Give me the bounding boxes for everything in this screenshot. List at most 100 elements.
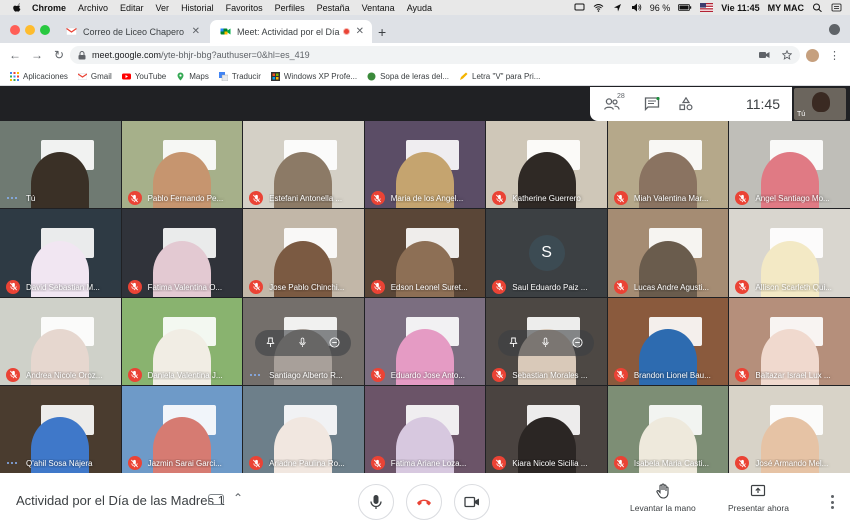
participant-tile[interactable]: Tú <box>0 121 121 209</box>
new-tab-button[interactable]: + <box>378 24 386 40</box>
participant-tile[interactable]: Angel Santiago Mo... <box>729 121 850 209</box>
menu-editar[interactable]: Editar <box>120 3 144 13</box>
tab-meet[interactable]: Meet: Actividad por el Día ✕ <box>210 20 372 43</box>
bookmark-windows-xp[interactable]: Windows XP Profe... <box>270 71 357 81</box>
participant-tile[interactable]: Maria de los Angel... <box>364 121 486 209</box>
bookmark-letra-v[interactable]: Letra "V" para Pri... <box>459 72 540 81</box>
participant-tile[interactable]: David Sebastian M... <box>0 209 121 297</box>
url-path: /yte-bhjr-bbg?authuser=0&hl=es_419 <box>161 50 310 60</box>
participants-button[interactable]: 28 <box>604 93 625 111</box>
volume-icon[interactable] <box>631 3 642 12</box>
participant-tile[interactable]: Brandon Lionel Bau... <box>607 297 729 385</box>
participant-tile[interactable]: Miah Valentina Mar... <box>607 121 729 209</box>
microphone-button[interactable] <box>358 484 394 520</box>
participant-tile[interactable]: Ariadne Paulina Ro... <box>243 385 364 473</box>
raise-hand-button[interactable]: Levantar la mano <box>630 483 696 513</box>
meet-icon <box>220 28 231 35</box>
flag-us-icon[interactable] <box>700 3 714 12</box>
search-icon[interactable] <box>812 3 823 12</box>
participant-name: Santiago Alberto R... <box>269 370 343 380</box>
participant-tile[interactable]: Lucas Andre Agusti... <box>607 209 729 297</box>
pin-icon[interactable] <box>509 337 518 348</box>
bookmark-aplicaciones[interactable]: Aplicaciones <box>10 71 68 81</box>
menu-ver[interactable]: Ver <box>156 3 170 13</box>
chevron-up-icon[interactable]: ⌃ <box>233 491 243 505</box>
participant-tile[interactable]: Estefani Antonella ... <box>243 121 364 209</box>
address-bar[interactable]: meet.google.com/yte-bhjr-bbg?authuser=0&… <box>70 46 800 64</box>
participant-tile[interactable]: S Saul Eduardo Paiz ... <box>486 209 607 297</box>
remove-participant-icon[interactable] <box>572 337 583 348</box>
participant-tile[interactable]: Daniela Valentina J... <box>121 297 243 385</box>
menu-archivo[interactable]: Archivo <box>78 3 108 13</box>
apple-icon[interactable] <box>12 2 22 13</box>
mute-participant-icon[interactable] <box>541 337 550 348</box>
menu-ventana[interactable]: Ventana <box>362 3 395 13</box>
pin-icon[interactable] <box>266 337 275 348</box>
activities-button[interactable] <box>678 96 694 111</box>
participant-tile[interactable]: Santiago Alberto R... <box>243 297 364 385</box>
participant-tile[interactable]: Baltazar Israel Lux ... <box>729 297 850 385</box>
hang-up-phone-icon <box>417 499 431 506</box>
participant-tile[interactable]: Allison Scarleth Qui... <box>729 209 850 297</box>
window-close-button[interactable] <box>10 25 20 35</box>
meeting-details-icon[interactable] <box>208 494 224 505</box>
wifi-icon[interactable] <box>593 3 604 12</box>
menu-app-chrome[interactable]: Chrome <box>32 3 66 13</box>
lock-icon[interactable] <box>78 50 86 60</box>
control-center-icon[interactable] <box>831 3 842 12</box>
bookmark-sopa-de-letras[interactable]: Sopa de leras del... <box>367 72 449 81</box>
present-now-button[interactable]: Presentar ahora <box>728 483 789 513</box>
window-zoom-button[interactable] <box>40 25 50 35</box>
menu-ayuda[interactable]: Ayuda <box>407 3 432 13</box>
window-minimize-button[interactable] <box>25 25 35 35</box>
remove-participant-icon[interactable] <box>329 337 340 348</box>
bookmark-star-icon[interactable] <box>782 50 792 60</box>
menu-perfiles[interactable]: Perfiles <box>275 3 305 13</box>
forward-arrow-icon[interactable]: → <box>30 48 44 62</box>
participant-tile[interactable]: Kiara Nicole Sicilia ... <box>486 385 607 473</box>
hang-up-button[interactable] <box>406 484 442 520</box>
participant-tile[interactable]: Andrea Nicole Oroz... <box>0 297 121 385</box>
tab-gmail[interactable]: Correo de Liceo Chapero ✕ <box>56 20 208 43</box>
self-view-preview[interactable]: Tú <box>794 88 846 120</box>
reload-icon[interactable]: ↻ <box>52 48 66 62</box>
tab-close-icon[interactable]: ✕ <box>192 26 200 37</box>
bookmark-traducir[interactable]: Traducir <box>218 71 261 81</box>
mute-participant-icon[interactable] <box>298 337 307 348</box>
participant-tile[interactable]: Edson Leonel Suret... <box>364 209 486 297</box>
participant-tile[interactable]: Q'ahil Sosa Nájera <box>0 385 121 473</box>
screen-share-status-icon[interactable] <box>574 3 585 12</box>
participant-tile[interactable]: Sebastian Morales ... <box>486 297 607 385</box>
menubar-clock[interactable]: Vie 11:45 <box>721 3 759 13</box>
menu-favoritos[interactable]: Favoritos <box>226 3 263 13</box>
camera-button[interactable] <box>454 484 490 520</box>
participant-tile[interactable]: José Armando Mel... <box>729 385 850 473</box>
chat-button[interactable] <box>644 96 660 112</box>
participant-tile[interactable]: Fatima Ariane Loza... <box>364 385 486 473</box>
bookmark-youtube[interactable]: YouTube <box>121 72 166 81</box>
battery-icon[interactable] <box>678 3 692 12</box>
tab-search-icon[interactable] <box>829 24 840 35</box>
participant-name: Estefani Antonella ... <box>269 194 343 204</box>
more-options-icon[interactable] <box>830 495 834 509</box>
menu-pestana[interactable]: Pestaña <box>317 3 350 13</box>
menu-historial[interactable]: Historial <box>181 3 214 13</box>
participant-tile[interactable]: Eduardo Jose Anto... <box>364 297 486 385</box>
participant-tile[interactable]: Jazmin Sarai Garci... <box>121 385 243 473</box>
participant-tile[interactable]: Isabela Maria Casti... <box>607 385 729 473</box>
chrome-menu-icon[interactable]: ⋮ <box>829 49 840 62</box>
bookmark-maps[interactable]: Maps <box>176 72 209 81</box>
participant-tile[interactable]: Pablo Fernando Pe... <box>121 121 243 209</box>
participant-name: Daniela Valentina J... <box>147 370 223 380</box>
profile-avatar[interactable] <box>806 48 819 62</box>
camera-in-use-icon[interactable] <box>759 51 770 59</box>
participant-tile[interactable]: Fatima Valentina O... <box>121 209 243 297</box>
participant-tile[interactable]: Jose Pablo Chinchi... <box>243 209 364 297</box>
bookmark-gmail[interactable]: Gmail <box>77 72 112 81</box>
back-arrow-icon[interactable]: ← <box>8 48 22 62</box>
participant-tile[interactable]: Katherine Guerrero <box>486 121 607 209</box>
mic-off-icon <box>131 370 139 379</box>
menubar-user[interactable]: MY MAC <box>768 3 804 13</box>
tab-close-icon[interactable]: ✕ <box>356 26 364 37</box>
participant-name: Maria de los Angel... <box>390 194 464 204</box>
